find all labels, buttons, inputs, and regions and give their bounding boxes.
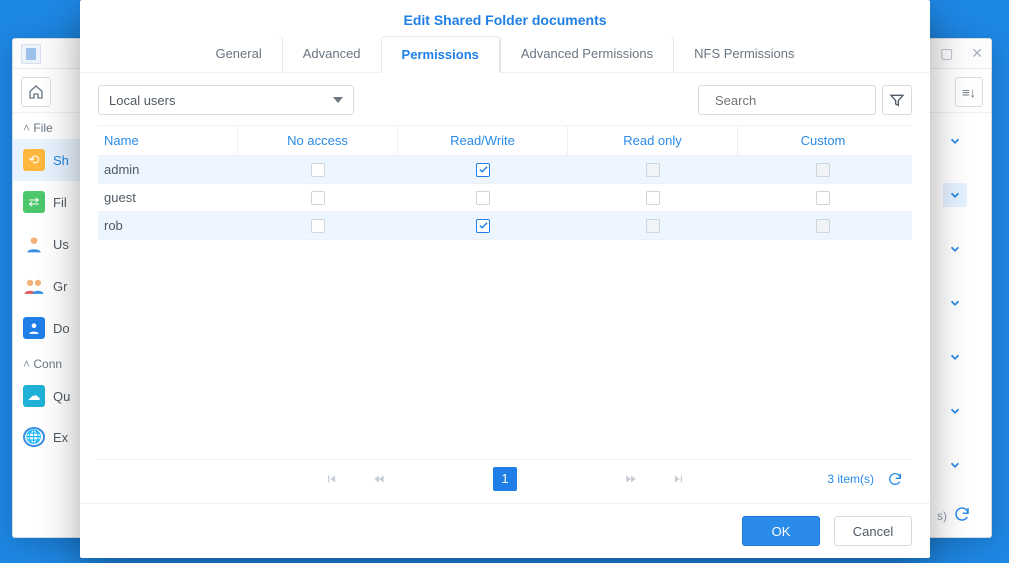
sidebar-item-label: Sh bbox=[53, 153, 69, 168]
expand-chevron[interactable] bbox=[943, 399, 967, 423]
table-row[interactable]: guest bbox=[98, 184, 912, 212]
checkbox-read-write[interactable] bbox=[476, 219, 490, 233]
sidebar-group-label: File bbox=[33, 121, 52, 135]
expand-chevron[interactable] bbox=[943, 237, 967, 261]
pager: 1 3 item(s) bbox=[98, 459, 912, 497]
sidebar-item-label: Do bbox=[53, 321, 70, 336]
search-field[interactable] bbox=[698, 85, 876, 115]
checkbox-custom[interactable] bbox=[816, 191, 830, 205]
pager-next-button[interactable] bbox=[617, 472, 645, 486]
checkbox-read-write[interactable] bbox=[476, 163, 490, 177]
dialog-content: Local users Name No access Read/Write Re… bbox=[80, 73, 930, 503]
col-read-only[interactable]: Read only bbox=[568, 126, 738, 155]
checkbox-custom[interactable] bbox=[816, 219, 830, 233]
sidebar-item-label: Us bbox=[53, 237, 69, 252]
checkbox-read-write[interactable] bbox=[476, 191, 490, 205]
checkbox-read-only[interactable] bbox=[646, 163, 660, 177]
edit-shared-folder-dialog: Edit Shared Folder documents General Adv… bbox=[80, 0, 930, 558]
tab-advanced[interactable]: Advanced bbox=[283, 36, 381, 72]
sidebar-item-label: Fil bbox=[53, 195, 67, 210]
cloud-icon: ☁ bbox=[23, 385, 45, 407]
chevron-down-icon bbox=[333, 97, 343, 103]
pager-refresh-button[interactable] bbox=[884, 468, 906, 490]
cell-name: guest bbox=[98, 190, 238, 205]
tab-nfs-permissions[interactable]: NFS Permissions bbox=[674, 36, 814, 72]
ok-button[interactable]: OK bbox=[742, 516, 820, 546]
tab-bar: General Advanced Permissions Advanced Pe… bbox=[80, 36, 930, 73]
dialog-footer: OK Cancel bbox=[80, 503, 930, 558]
sort-button[interactable]: ≡↓ bbox=[955, 77, 983, 107]
filter-button[interactable] bbox=[882, 85, 912, 115]
window-app-icon bbox=[21, 44, 41, 64]
sidebar-item-label: Ex bbox=[53, 430, 68, 445]
tab-advanced-permissions[interactable]: Advanced Permissions bbox=[500, 36, 674, 72]
cell-name: rob bbox=[98, 218, 238, 233]
expand-chevron[interactable] bbox=[943, 129, 967, 153]
sidebar-group-label: Conn bbox=[33, 357, 62, 371]
close-icon[interactable]: ✕ bbox=[971, 45, 983, 62]
checkbox-no-access[interactable] bbox=[311, 163, 325, 177]
bg-refresh-button[interactable] bbox=[953, 505, 975, 527]
sidebar-item-label: Qu bbox=[53, 389, 70, 404]
bg-item-count: s) bbox=[937, 509, 947, 523]
globe-icon: 🌐 bbox=[23, 427, 45, 447]
user-icon bbox=[23, 233, 45, 255]
tab-permissions[interactable]: Permissions bbox=[381, 36, 500, 73]
home-icon bbox=[28, 84, 44, 100]
expand-chevron[interactable] bbox=[943, 345, 967, 369]
pager-prev-button[interactable] bbox=[365, 472, 393, 486]
home-button[interactable] bbox=[21, 77, 51, 107]
permissions-table: Name No access Read/Write Read only Cust… bbox=[98, 125, 912, 240]
col-read-write[interactable]: Read/Write bbox=[398, 126, 568, 155]
table-row[interactable]: rob bbox=[98, 212, 912, 240]
search-input[interactable] bbox=[713, 92, 893, 109]
select-value: Local users bbox=[109, 93, 175, 108]
checkbox-custom[interactable] bbox=[816, 163, 830, 177]
col-custom[interactable]: Custom bbox=[738, 126, 908, 155]
checkbox-no-access[interactable] bbox=[311, 191, 325, 205]
table-header: Name No access Read/Write Read only Cust… bbox=[98, 126, 912, 156]
refresh-icon bbox=[953, 505, 971, 523]
checkbox-read-only[interactable] bbox=[646, 219, 660, 233]
tab-general[interactable]: General bbox=[195, 36, 282, 72]
cell-name: admin bbox=[98, 162, 238, 177]
filter-icon bbox=[889, 92, 905, 108]
col-name[interactable]: Name bbox=[98, 126, 238, 155]
dialog-title: Edit Shared Folder documents bbox=[80, 0, 930, 36]
table-row[interactable]: admin bbox=[98, 156, 912, 184]
checkbox-no-access[interactable] bbox=[311, 219, 325, 233]
expand-chevron[interactable] bbox=[943, 291, 967, 315]
file-services-icon: ⇄ bbox=[23, 191, 45, 213]
pager-page-number[interactable]: 1 bbox=[493, 467, 517, 491]
sort-icon: ≡↓ bbox=[962, 85, 976, 100]
cancel-button[interactable]: Cancel bbox=[834, 516, 912, 546]
refresh-icon bbox=[887, 471, 903, 487]
pager-last-button[interactable] bbox=[665, 472, 693, 486]
pager-count: 3 item(s) bbox=[827, 472, 874, 486]
pager-first-button[interactable] bbox=[317, 472, 345, 486]
shared-folder-icon: ⟲ bbox=[23, 149, 45, 171]
expand-chevron[interactable] bbox=[943, 183, 967, 207]
expand-column bbox=[943, 129, 973, 477]
checkbox-read-only[interactable] bbox=[646, 191, 660, 205]
maximize-icon[interactable]: ▢ bbox=[940, 45, 953, 62]
col-no-access[interactable]: No access bbox=[238, 126, 398, 155]
sidebar-item-label: Gr bbox=[53, 279, 67, 294]
domain-icon bbox=[23, 317, 45, 339]
user-scope-select[interactable]: Local users bbox=[98, 85, 354, 115]
group-icon bbox=[23, 275, 45, 297]
expand-chevron[interactable] bbox=[943, 453, 967, 477]
